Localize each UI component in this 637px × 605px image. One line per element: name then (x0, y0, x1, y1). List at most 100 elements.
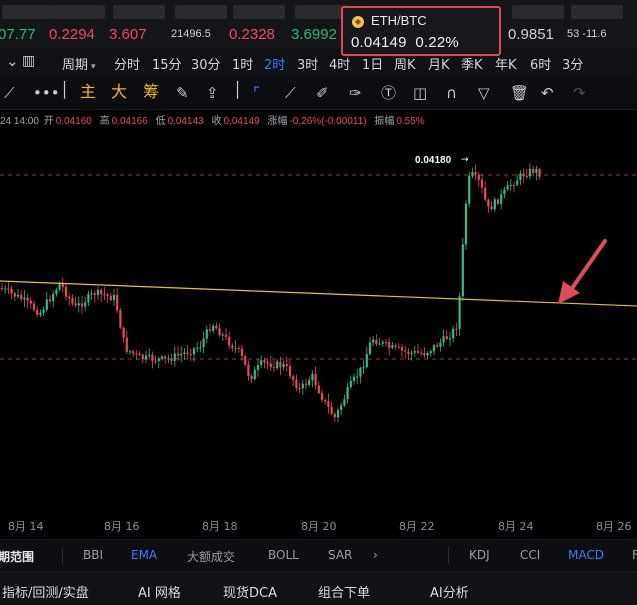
ticker-price-5[interactable]: 3.6992 (291, 26, 337, 43)
cursor-icon[interactable]: ⌜ (253, 85, 260, 101)
timeframe-2[interactable]: 15分 (152, 54, 182, 73)
ticker-strip: 07.77 0.2294 3.607 21496.5 0.2328 3.6992 0.985… (0, 0, 637, 48)
ticker-price-4[interactable]: 0.2328 (229, 26, 275, 43)
candle (32, 300, 36, 313)
undo-icon[interactable]: ↶ (541, 85, 554, 101)
ohlc-info: 24 14:00 开 0.04160 高 0.04166 低 0.04143 收 0.0… (0, 112, 637, 128)
indicator-0[interactable]: 期范围 (0, 548, 34, 565)
drawing-toolbar: ⟋ ••• │ 主 大 筹 ✎ ⇪ │ ⌜ ⟋ ✐ ✑ Ⓣ ◫ ∩ ▽ 🗑 ↶ … (0, 76, 637, 110)
timeframe-1[interactable]: 分时 (114, 54, 140, 73)
candle (346, 382, 349, 404)
timeframe-6[interactable]: 3时 (297, 54, 318, 73)
candle (160, 354, 164, 361)
timeframe-10[interactable]: 月K (428, 54, 450, 73)
indicator-3[interactable]: 大额成交 (187, 548, 235, 565)
indicator-6[interactable]: › (373, 548, 378, 562)
candle (311, 370, 314, 388)
action-3[interactable]: 组合下单 (318, 582, 370, 601)
candle (276, 359, 279, 371)
ticker-name-5 (295, 5, 347, 19)
indicator-4[interactable]: BOLL (268, 548, 299, 562)
ticker-price-0[interactable]: 07.77 (0, 26, 36, 43)
indicator-1[interactable]: BBI (83, 548, 103, 562)
candle (119, 308, 122, 329)
ticker-price-6[interactable]: 0.9851 (508, 26, 554, 43)
timeframe-11[interactable]: 季K (461, 54, 483, 73)
candle (324, 398, 327, 405)
timeframe-9[interactable]: 周K (394, 54, 416, 73)
big-order-button[interactable]: 大 (111, 84, 127, 100)
edit-icon[interactable]: ✎ (176, 85, 189, 101)
action-2[interactable]: 现货DCA (223, 582, 277, 601)
candle (84, 296, 87, 312)
candle (487, 198, 490, 213)
timeframe-12[interactable]: 年K (495, 54, 517, 73)
action-4[interactable]: AI分析 (430, 582, 469, 601)
candle (167, 354, 170, 364)
trash-icon[interactable]: 🗑 (510, 85, 529, 101)
candle (407, 347, 410, 361)
candle (292, 374, 295, 386)
indicator-2[interactable]: EMA (131, 548, 157, 562)
main-indicator-button[interactable]: 主 (80, 84, 96, 100)
timeframe-13[interactable]: 6时 (530, 54, 551, 73)
candle (308, 376, 311, 387)
ticker-price-7[interactable]: 53 -11.6 (567, 28, 607, 40)
timeframe-14[interactable]: 3分 (562, 54, 583, 73)
candlestick-chart[interactable]: 0.04180 → (0, 128, 637, 513)
indicator-9[interactable]: MACD (568, 548, 604, 562)
indicator-8[interactable]: CCI (520, 548, 540, 562)
timeframe-3[interactable]: 30分 (191, 54, 221, 73)
indicator-5[interactable]: SAR (328, 548, 352, 562)
high-price-label: 0.04180 (415, 155, 452, 166)
collapse-icon[interactable]: ⌄ (6, 53, 19, 69)
candle (340, 402, 343, 416)
chips-button[interactable]: 筹 (143, 84, 159, 100)
candle (538, 167, 541, 180)
pen-icon[interactable]: ✐ (316, 85, 329, 101)
ticker-price-3[interactable]: 21496.5 (171, 28, 211, 40)
candle (39, 309, 42, 317)
timeframe-0[interactable]: 周期 ▾ (62, 54, 96, 73)
filter-icon[interactable]: ▽ (478, 85, 490, 101)
timeframe-7[interactable]: 4时 (329, 54, 350, 73)
indicator-10[interactable]: F (632, 548, 637, 562)
candle (368, 337, 372, 356)
ohlc-low: 0.04143 (167, 116, 204, 127)
candle (423, 347, 426, 358)
line-draw-icon[interactable]: ⟋ (4, 85, 15, 101)
timeframe-4[interactable]: 1时 (232, 54, 253, 73)
action-0[interactable]: 指标/回测/实盘 (2, 582, 89, 601)
ticker-name-1 (53, 5, 105, 19)
more-icon[interactable]: ••• (33, 85, 60, 101)
candle (442, 329, 445, 347)
magnet-icon[interactable]: ∩ (446, 85, 457, 101)
divider-icon: │ (60, 81, 70, 99)
redo-icon[interactable]: ↷ (573, 85, 586, 101)
shapes-icon[interactable]: ◫ (413, 85, 427, 101)
share-icon[interactable]: ⇪ (206, 85, 219, 101)
x-tick-label-3: 8月 20 (301, 520, 337, 533)
candle (77, 296, 80, 313)
timeframe-8[interactable]: 1日 (362, 54, 383, 73)
candle (186, 345, 189, 359)
brush-icon[interactable]: ✑ (349, 85, 362, 101)
candle (455, 322, 458, 336)
timeframe-5[interactable]: 2时 (264, 54, 285, 73)
featured-pair-card[interactable]: ◆ ETH/BTC 0.04149 0.22% (341, 6, 501, 56)
candle (116, 287, 119, 313)
candle (349, 375, 352, 389)
action-1[interactable]: AI 网格 (138, 582, 181, 601)
candle (500, 189, 503, 210)
chart-type-icon[interactable]: ▥ (22, 53, 35, 69)
candle (519, 170, 522, 185)
candle (189, 348, 192, 362)
indicator-7[interactable]: KDJ (469, 548, 490, 562)
candle (112, 289, 116, 307)
candle (397, 343, 400, 349)
ruler-icon[interactable]: ⟋ (285, 85, 296, 101)
ticker-price-2[interactable]: 3.607 (109, 26, 147, 43)
text-icon[interactable]: Ⓣ (381, 85, 396, 101)
ticker-price-1[interactable]: 0.2294 (49, 26, 95, 43)
candle (240, 344, 244, 361)
